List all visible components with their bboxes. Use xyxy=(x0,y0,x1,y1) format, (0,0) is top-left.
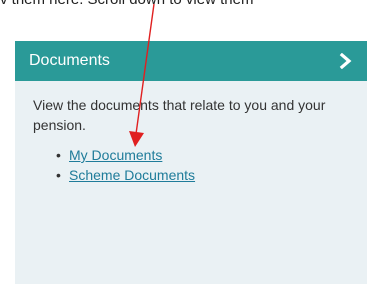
documents-card: Documents View the documents that relate… xyxy=(15,41,367,284)
cropped-instruction-text: v them here. Scroll down to view them xyxy=(0,0,253,8)
bullet-icon: • xyxy=(56,167,61,183)
documents-card-header[interactable]: Documents xyxy=(15,41,367,81)
card-description: View the documents that relate to you an… xyxy=(33,97,326,133)
list-item: • My Documents xyxy=(56,145,349,165)
document-links-list: • My Documents • Scheme Documents xyxy=(33,145,349,185)
chevron-right-icon[interactable] xyxy=(339,53,353,69)
card-body: View the documents that relate to you an… xyxy=(15,81,367,185)
my-documents-link[interactable]: My Documents xyxy=(69,147,162,163)
bullet-icon: • xyxy=(56,147,61,163)
scheme-documents-link[interactable]: Scheme Documents xyxy=(69,167,195,183)
list-item: • Scheme Documents xyxy=(56,165,349,185)
card-title: Documents xyxy=(29,52,110,69)
